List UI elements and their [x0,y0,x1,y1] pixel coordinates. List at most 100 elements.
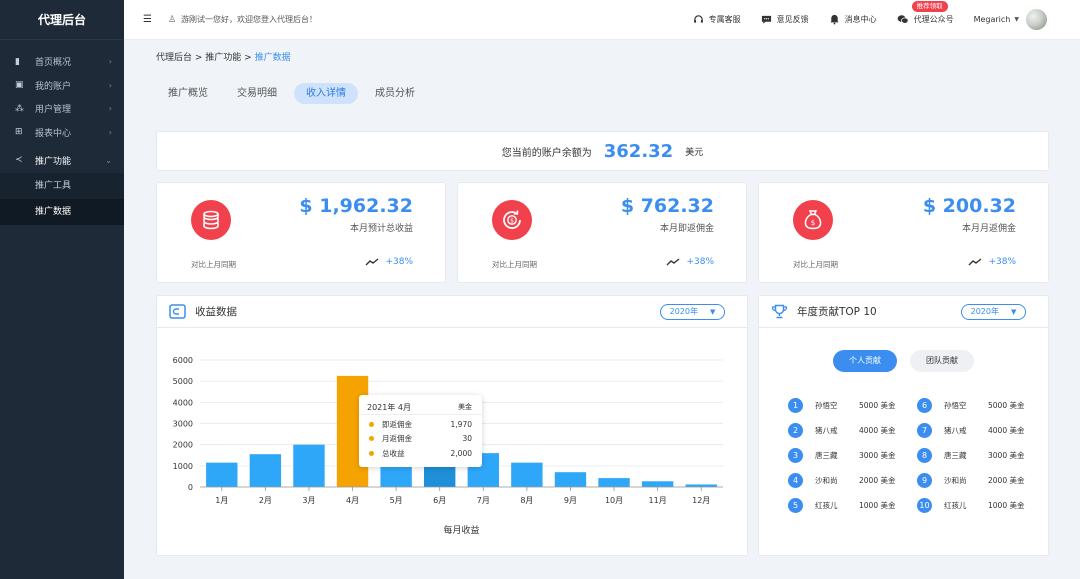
sidebar-item-reports[interactable]: ⊞ 报表中心 › [0,121,124,145]
chevron-down-icon: ⌄ [105,155,112,165]
tabs: 推广概览 交易明细 收入详情 成员分析 [156,83,432,104]
bell-icon [829,14,839,25]
headset-icon [693,15,703,23]
bar-chart-icon: ▮ [15,56,20,67]
feedback-button[interactable]: 意见反馈 [761,14,809,25]
income-year-select[interactable]: 2020年 ▼ [660,303,725,320]
stat-card-instant-rebate: $ $ 762.32 本月即返佣金 对比上月同期 +38% [457,182,747,283]
top10-year-select[interactable]: 2020年 ▼ [961,303,1026,320]
app-logo[interactable]: 代理后台 [0,0,124,40]
income-panel: 收益数据 2020年 ▼ 0 1000 2000 3000 4000 5000 6000 1月… [156,295,748,556]
team-contribution-button[interactable]: 团队贡献 [910,350,974,372]
bar-3 [293,444,325,487]
balance-value: 362.32 [603,140,674,162]
sidebar-item-account[interactable]: ▣ 我的账户 › [0,74,124,98]
y-tick-label: 5000 [173,377,193,386]
stat-value: $ 1,962.32 [299,195,413,217]
legend-dot [369,436,374,442]
svg-text:$: $ [510,217,514,224]
rank-score: 3000 美金 [988,451,1025,460]
tab-transactions[interactable]: 交易明细 [225,83,289,104]
caret-down-icon: ▼ [709,307,716,316]
caret-down-icon[interactable]: ▼ [1014,16,1019,23]
rank-score: 1000 美金 [859,501,896,510]
welcome-text: 游刚试一您好，欢迎您登入代理后台！ [181,15,318,24]
support-label: 专属客服 [708,15,741,24]
y-tick-label: 3000 [173,420,193,429]
messages-button[interactable]: 消息中心 [829,14,877,25]
menu-toggle-icon[interactable]: ☰ [143,14,152,25]
tooltip-row-label: 月返佣金 [382,434,412,444]
rank-score: 4000 美金 [988,426,1025,435]
ranking-item: 6 孙悟空 5000 美金 [917,393,1024,418]
stat-compare-label: 对比上月同期 [793,260,838,269]
rank-number: 8 [917,448,932,463]
bar-11 [641,481,674,487]
rank-score: 5000 美金 [988,401,1025,410]
support-button[interactable]: 专属客服 [693,14,741,25]
tooltip-row-value: 30 [462,434,472,444]
balance-label: 您当前的账户余额为 [501,147,592,159]
caret-down-icon: ▼ [1010,307,1017,316]
rank-name: 沙和尚 [815,476,838,485]
sidebar-subitem-promo-data[interactable]: 推广数据 [0,199,124,225]
stat-caption: 本月月返佣金 [961,224,1016,234]
rank-name: 唐三藏 [815,451,838,460]
y-tick-label: 4000 [173,398,193,407]
chevron-right-icon: › [108,127,112,137]
tab-income-details[interactable]: 收入详情 [294,83,358,104]
wallet-icon [169,304,186,319]
trend-up-icon [666,258,680,266]
sidebar-item-users[interactable]: ⁂ 用户管理 › [0,97,124,121]
rank-name: 猪八戒 [815,426,838,435]
tooltip-header: 2021年 4月 美金 [359,395,482,415]
ranking-list-left: 1 孙悟空 5000 美金 2 猪八戒 4000 美金 3 唐三藏 3000 美金 4 沙和尚… [788,393,895,518]
grid-icon: ⊞ [15,127,23,138]
username[interactable]: Megarich [974,15,1011,24]
tab-member-analysis[interactable]: 成员分析 [363,83,427,104]
stat-compare-label: 对比上月同期 [191,260,236,269]
breadcrumb-sep: > [192,53,206,63]
personal-contribution-button[interactable]: 个人贡献 [833,350,897,372]
account-icon: ▣ [15,80,24,91]
wechat-icon [897,15,909,24]
sidebar-subitem-promo-tools[interactable]: 推广工具 [0,173,124,199]
share-icon: ≺ [15,155,23,165]
x-tick-label: 9月 [564,496,577,505]
rank-number: 6 [917,398,932,413]
ranking-item: 9 沙和尚 2000 美金 [917,468,1024,493]
avatar[interactable] [1026,9,1047,30]
breadcrumb-home[interactable]: 代理后台 [156,53,192,63]
sidebar-nav: ▮ 首页概况 › ▣ 我的账户 › ⁂ 用户管理 › ⊞ 报表中心 › ≺ 推广… [0,40,124,225]
chart-tooltip: 2021年 4月 美金 即返佣金 1,970 月返佣金 30 总收益 2,000 [359,395,482,467]
x-tick-label: 3月 [302,496,315,505]
bar-1 [206,462,238,487]
stat-caption: 本月预计总收益 [349,224,413,234]
x-tick-label: 4月 [346,496,359,505]
bar-6 [424,465,456,487]
tab-promo-overview[interactable]: 推广概览 [156,83,220,104]
sidebar-item-promotion[interactable]: ≺ 推广功能 ⌄ [0,147,124,173]
ranking-item: 8 唐三藏 3000 美金 [917,443,1024,468]
breadcrumb-promotion[interactable]: 推广功能 [205,53,241,63]
stat-trend-value: +38% [686,257,714,267]
tooltip-row-label: 总收益 [382,448,405,458]
stat-compare-label: 对比上月同期 [492,260,537,269]
x-tick-label: 5月 [390,496,403,505]
rank-number: 2 [788,423,803,438]
contribution-toggle: 个人贡献 团队贡献 [833,350,987,372]
ranking-item: 7 猪八戒 4000 美金 [917,418,1024,443]
ranking-item: 1 孙悟空 5000 美金 [788,393,895,418]
money-bag-icon: $ [793,200,833,240]
bar-10 [598,478,630,487]
sidebar-item-overview[interactable]: ▮ 首页概况 › [0,50,124,74]
rank-name: 孙悟空 [815,401,838,410]
wechat-button[interactable]: 推荐领取 代理公众号 [897,1,954,25]
rank-score: 3000 美金 [859,451,896,460]
x-tick-label: 2月 [259,496,272,505]
rank-name: 红孩儿 [944,501,967,510]
top10-year-value: 2020年 [970,307,999,316]
rank-number: 4 [788,473,803,488]
top10-panel-header: 年度贡献TOP 10 2020年 ▼ [759,296,1048,328]
top-bar-actions: 专属客服 意见反馈 消息中心 推荐领取 代理公众号 Megarich ▼ [693,0,1080,40]
